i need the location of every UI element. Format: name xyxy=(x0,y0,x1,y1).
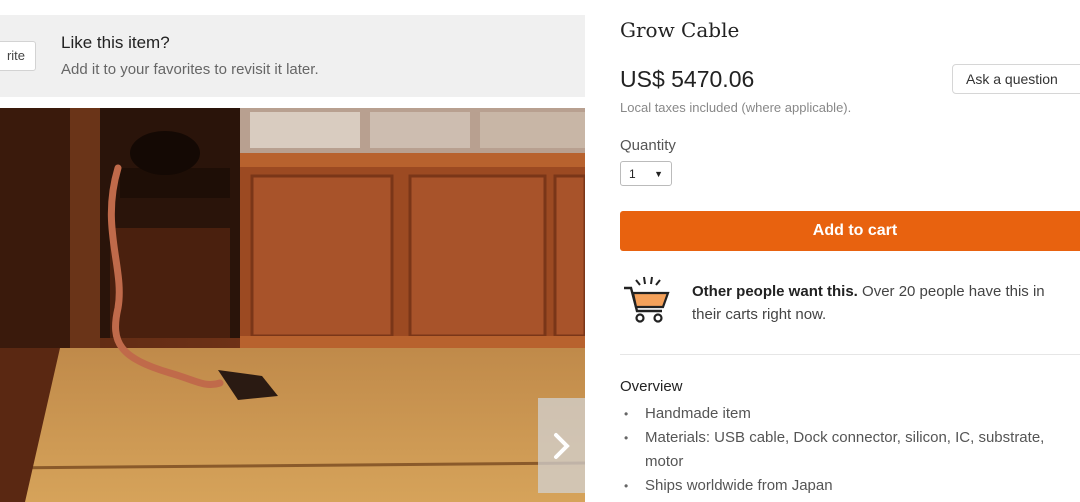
product-price: US$ 5470.06 xyxy=(620,66,755,92)
product-photo-image xyxy=(0,108,585,502)
overview-list: Handmade item Materials: USB cable, Dock… xyxy=(620,402,1060,498)
favorites-banner: rite Like this item? Add it to your favo… xyxy=(0,15,585,97)
overview-item: Materials: USB cable, Dock connector, si… xyxy=(620,426,1060,474)
ask-question-button[interactable]: Ask a question xyxy=(952,64,1080,94)
tax-note: Local taxes included (where applicable). xyxy=(620,100,852,115)
overview-item: Ships worldwide from Japan xyxy=(620,474,1060,498)
quantity-label: Quantity xyxy=(620,137,676,154)
caret-down-icon: ▼ xyxy=(654,168,663,179)
section-divider xyxy=(620,354,1080,355)
product-details: Grow Cable US$ 5470.06 Ask a question Lo… xyxy=(585,0,1080,502)
overview-item: Handmade item xyxy=(620,402,1060,426)
product-title: Grow Cable xyxy=(620,18,740,42)
favorites-title: Like this item? xyxy=(61,33,170,52)
next-image-button[interactable] xyxy=(538,398,585,493)
chevron-right-icon xyxy=(553,432,570,459)
product-photo[interactable] xyxy=(0,108,585,502)
add-to-cart-button[interactable]: Add to cart xyxy=(620,211,1080,251)
demand-bold-text: Other people want this. xyxy=(692,283,858,300)
quantity-value: 1 xyxy=(629,166,636,181)
demand-message: Other people want this. Over 20 people h… xyxy=(692,280,1072,326)
shopping-cart-icon xyxy=(624,276,670,323)
quantity-select[interactable]: 1 ▼ xyxy=(620,161,672,186)
left-column: rite Like this item? Add it to your favo… xyxy=(0,0,585,502)
favorite-button[interactable]: rite xyxy=(0,41,36,71)
favorites-subtitle: Add it to your favorites to revisit it l… xyxy=(61,61,319,78)
overview-title: Overview xyxy=(620,378,683,395)
